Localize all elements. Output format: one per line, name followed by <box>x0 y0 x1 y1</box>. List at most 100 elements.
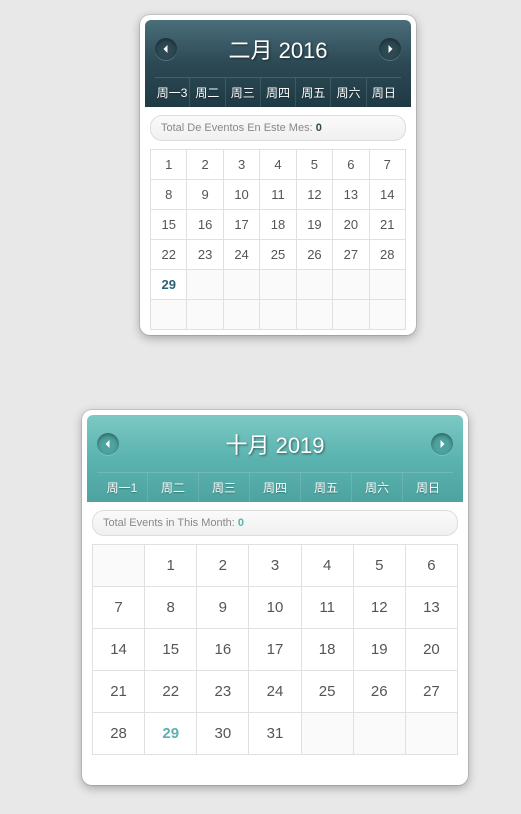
day-cell-empty <box>224 300 260 330</box>
day-cell-empty <box>406 713 458 755</box>
prev-month-button[interactable] <box>97 433 119 455</box>
day-cell[interactable]: 28 <box>370 240 406 270</box>
summary-label: Total De Eventos En Este Mes: <box>161 122 316 134</box>
weekday-row: 周一1周二周三周四周五周六周日 <box>97 472 453 502</box>
day-cell[interactable]: 1 <box>151 150 187 180</box>
day-cell[interactable]: 6 <box>406 545 458 587</box>
chevron-right-icon <box>386 45 394 53</box>
day-cell[interactable]: 1 <box>145 545 197 587</box>
day-cell[interactable]: 18 <box>260 210 296 240</box>
chevron-left-icon <box>104 440 112 448</box>
day-cell[interactable]: 10 <box>249 587 301 629</box>
day-cell[interactable]: 17 <box>249 629 301 671</box>
day-cell[interactable]: 21 <box>370 210 406 240</box>
weekday-label: 周二 <box>190 78 225 107</box>
day-cell[interactable]: 24 <box>224 240 260 270</box>
day-cell-empty <box>297 270 333 300</box>
weekday-label: 周五 <box>296 78 331 107</box>
weekday-label: 周六 <box>331 78 366 107</box>
day-cell[interactable]: 22 <box>145 671 197 713</box>
calendar-teal: 十月 2019 周一1周二周三周四周五周六周日 Total Events in … <box>82 410 468 785</box>
day-cell[interactable]: 7 <box>93 587 145 629</box>
day-cell[interactable]: 15 <box>151 210 187 240</box>
day-cell[interactable]: 9 <box>187 180 223 210</box>
day-cell[interactable]: 13 <box>333 180 369 210</box>
next-month-button[interactable] <box>431 433 453 455</box>
weekday-label: 周日 <box>367 78 401 107</box>
summary-count: 0 <box>238 517 244 529</box>
weekday-label: 周六 <box>352 473 403 502</box>
day-cell[interactable]: 25 <box>260 240 296 270</box>
header-top: 二月 2016 <box>155 28 401 77</box>
day-cell[interactable]: 19 <box>297 210 333 240</box>
day-cell[interactable]: 14 <box>370 180 406 210</box>
summary-label: Total Events in This Month: <box>103 517 238 529</box>
chevron-right-icon <box>438 440 446 448</box>
day-cell[interactable]: 13 <box>406 587 458 629</box>
day-cell[interactable]: 28 <box>93 713 145 755</box>
day-cell[interactable]: 22 <box>151 240 187 270</box>
day-cell[interactable]: 16 <box>187 210 223 240</box>
day-cell[interactable]: 29 <box>151 270 187 300</box>
day-cell[interactable]: 25 <box>302 671 354 713</box>
weekday-label: 周一3 <box>155 78 190 107</box>
day-cell[interactable]: 4 <box>260 150 296 180</box>
day-cell[interactable]: 10 <box>224 180 260 210</box>
day-cell[interactable]: 7 <box>370 150 406 180</box>
day-cell-empty <box>354 713 406 755</box>
day-cell[interactable]: 19 <box>354 629 406 671</box>
day-cell[interactable]: 3 <box>249 545 301 587</box>
day-cell[interactable]: 5 <box>354 545 406 587</box>
next-month-button[interactable] <box>379 38 401 60</box>
day-cell[interactable]: 12 <box>297 180 333 210</box>
day-cell-empty <box>151 300 187 330</box>
day-cell-empty <box>302 713 354 755</box>
prev-month-button[interactable] <box>155 38 177 60</box>
day-cell[interactable]: 14 <box>93 629 145 671</box>
day-cell-empty <box>260 270 296 300</box>
day-cell[interactable]: 8 <box>145 587 197 629</box>
day-cell[interactable]: 15 <box>145 629 197 671</box>
month-year-title: 十月 2019 <box>225 428 324 460</box>
weekday-label: 周三 <box>199 473 250 502</box>
day-cell[interactable]: 20 <box>333 210 369 240</box>
day-cell[interactable]: 26 <box>354 671 406 713</box>
day-cell[interactable]: 30 <box>197 713 249 755</box>
weekday-label: 周日 <box>403 473 453 502</box>
day-cell[interactable]: 26 <box>297 240 333 270</box>
day-cell[interactable]: 23 <box>197 671 249 713</box>
day-cell[interactable]: 20 <box>406 629 458 671</box>
day-cell[interactable]: 24 <box>249 671 301 713</box>
calendar-header: 十月 2019 周一1周二周三周四周五周六周日 <box>87 415 463 502</box>
events-summary: Total Events in This Month: 0 <box>92 510 458 536</box>
day-cell-empty <box>370 270 406 300</box>
day-cell-empty <box>93 545 145 587</box>
day-cell[interactable]: 29 <box>145 713 197 755</box>
day-cell[interactable]: 16 <box>197 629 249 671</box>
day-cell[interactable]: 2 <box>187 150 223 180</box>
chevron-left-icon <box>162 45 170 53</box>
day-cell[interactable]: 23 <box>187 240 223 270</box>
day-cell[interactable]: 17 <box>224 210 260 240</box>
day-cell[interactable]: 8 <box>151 180 187 210</box>
day-cell-empty <box>224 270 260 300</box>
day-cell[interactable]: 2 <box>197 545 249 587</box>
day-cell[interactable]: 6 <box>333 150 369 180</box>
day-cell[interactable]: 27 <box>333 240 369 270</box>
day-cell[interactable]: 5 <box>297 150 333 180</box>
weekday-label: 周一1 <box>97 473 148 502</box>
day-cell[interactable]: 11 <box>302 587 354 629</box>
day-cell[interactable]: 27 <box>406 671 458 713</box>
day-cell[interactable]: 12 <box>354 587 406 629</box>
weekday-label: 周二 <box>148 473 199 502</box>
day-cell[interactable]: 31 <box>249 713 301 755</box>
weekday-label: 周四 <box>261 78 296 107</box>
day-cell[interactable]: 3 <box>224 150 260 180</box>
day-cell[interactable]: 9 <box>197 587 249 629</box>
day-cell[interactable]: 11 <box>260 180 296 210</box>
day-cell[interactable]: 21 <box>93 671 145 713</box>
day-cell[interactable]: 4 <box>302 545 354 587</box>
month-year-title: 二月 2016 <box>228 33 327 65</box>
day-cell[interactable]: 18 <box>302 629 354 671</box>
calendar-header: 二月 2016 周一3周二周三周四周五周六周日 <box>145 20 411 107</box>
